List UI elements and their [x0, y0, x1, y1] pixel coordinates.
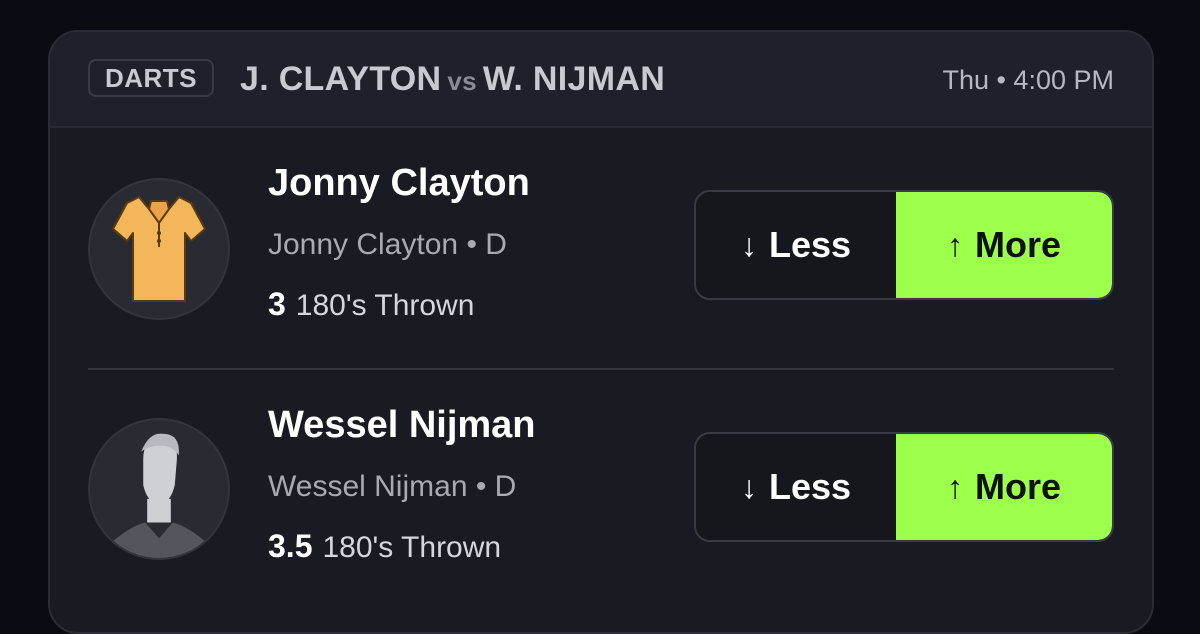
pick-toggle: ↓ Less ↑ More: [694, 190, 1114, 300]
player-row: Wessel Nijman Wessel Nijman • D 3.5 180's…: [50, 370, 1152, 610]
more-button[interactable]: ↑ More: [896, 434, 1112, 540]
line-value: 3.5: [268, 528, 313, 564]
more-button[interactable]: ↑ More: [896, 192, 1112, 298]
player-subtitle: Wessel Nijman • D: [268, 470, 517, 503]
matchup-title: J. CLAYTON vs W. NIJMAN: [240, 60, 665, 99]
vs-label: vs: [447, 66, 477, 96]
jersey-icon: [88, 178, 230, 320]
arrow-down-icon: ↓: [740, 226, 757, 263]
less-label: Less: [768, 224, 852, 265]
stat-label: 180's Thrown: [295, 289, 475, 322]
arrow-up-icon: ↑: [946, 226, 963, 263]
more-label: More: [974, 466, 1061, 507]
team-a-name: J. CLAYTON: [240, 60, 442, 98]
game-time: Thu • 4:00 PM: [942, 65, 1114, 95]
line-value: 3: [268, 286, 286, 322]
less-button[interactable]: ↓ Less: [696, 434, 896, 540]
projection-line: 3.5 180's Thrown: [268, 528, 501, 565]
matchup-card: DARTS J. CLAYTON vs W. NIJMAN Thu • 4:00 P…: [48, 30, 1154, 634]
arrow-up-icon: ↑: [946, 468, 963, 505]
projection-line: 3 180's Thrown: [268, 286, 474, 323]
player-name: Wessel Nijman: [268, 404, 536, 446]
player-subtitle: Jonny Clayton • D: [268, 228, 507, 261]
less-button[interactable]: ↓ Less: [696, 192, 896, 298]
less-label: Less: [768, 466, 852, 507]
player-name: Jonny Clayton: [268, 162, 530, 204]
stat-label: 180's Thrown: [322, 531, 502, 564]
silhouette-icon: [88, 418, 230, 560]
more-label: More: [974, 224, 1061, 265]
arrow-down-icon: ↓: [740, 468, 757, 505]
sport-tag: DARTS: [88, 59, 214, 97]
team-b-name: W. NIJMAN: [482, 60, 666, 98]
pick-toggle: ↓ Less ↑ More: [694, 432, 1114, 542]
card-header: DARTS J. CLAYTON vs W. NIJMAN Thu • 4:00 P…: [50, 32, 1152, 128]
player-row: Jonny Clayton Jonny Clayton • D 3 180's T…: [50, 128, 1152, 368]
